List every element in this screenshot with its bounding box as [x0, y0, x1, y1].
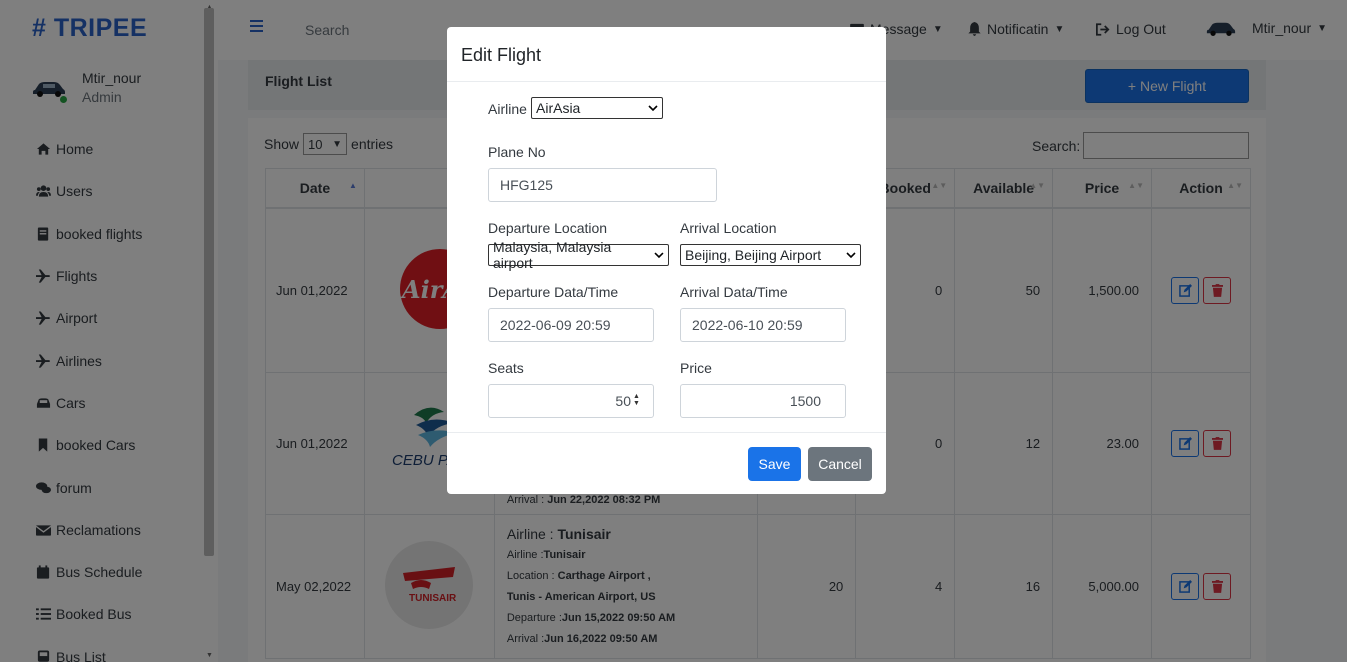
modal-title: Edit Flight: [461, 45, 542, 65]
price-label: Price: [680, 360, 712, 376]
departure-location-value: Malaysia, Malaysia airport: [493, 239, 612, 271]
arrival-location-select[interactable]: Beijing, Beijing Airport: [680, 244, 861, 266]
departure-location-label: Departure Location: [488, 220, 608, 236]
edit-flight-modal: Edit Flight Airline AirAsia Plane No HFG…: [447, 27, 886, 494]
seats-value: 50: [615, 393, 631, 409]
departure-location-select[interactable]: Malaysia, Malaysia airport: [488, 239, 669, 271]
airline-select-value: AirAsia: [536, 100, 581, 116]
airline-label: Airline: [488, 101, 527, 117]
arrival-location-label: Arrival Location: [680, 220, 777, 236]
price-input[interactable]: 1500: [680, 384, 846, 418]
plane-no-label: Plane No: [488, 144, 546, 160]
arrival-datetime-input[interactable]: 2022-06-10 20:59: [680, 308, 846, 342]
seats-label: Seats: [488, 360, 524, 376]
arrival-location-value: Beijing, Beijing Airport: [685, 247, 822, 263]
chevron-down-icon: [648, 105, 658, 112]
chevron-down-icon: [846, 252, 856, 259]
arrival-datetime-label: Arrival Data/Time: [680, 284, 788, 300]
modal-divider: [447, 432, 886, 433]
plane-no-input[interactable]: HFG125: [488, 168, 717, 202]
departure-datetime-input[interactable]: 2022-06-09 20:59: [488, 308, 654, 342]
save-button[interactable]: Save: [748, 447, 801, 481]
chevron-down-icon: [654, 252, 664, 259]
modal-divider: [447, 81, 886, 82]
stepper-arrows-icon[interactable]: ▲ ▼: [633, 393, 640, 407]
airline-select[interactable]: AirAsia: [531, 97, 663, 119]
departure-datetime-label: Departure Data/Time: [488, 284, 619, 300]
cancel-button[interactable]: Cancel: [808, 447, 872, 481]
seats-stepper[interactable]: 50: [488, 384, 654, 418]
